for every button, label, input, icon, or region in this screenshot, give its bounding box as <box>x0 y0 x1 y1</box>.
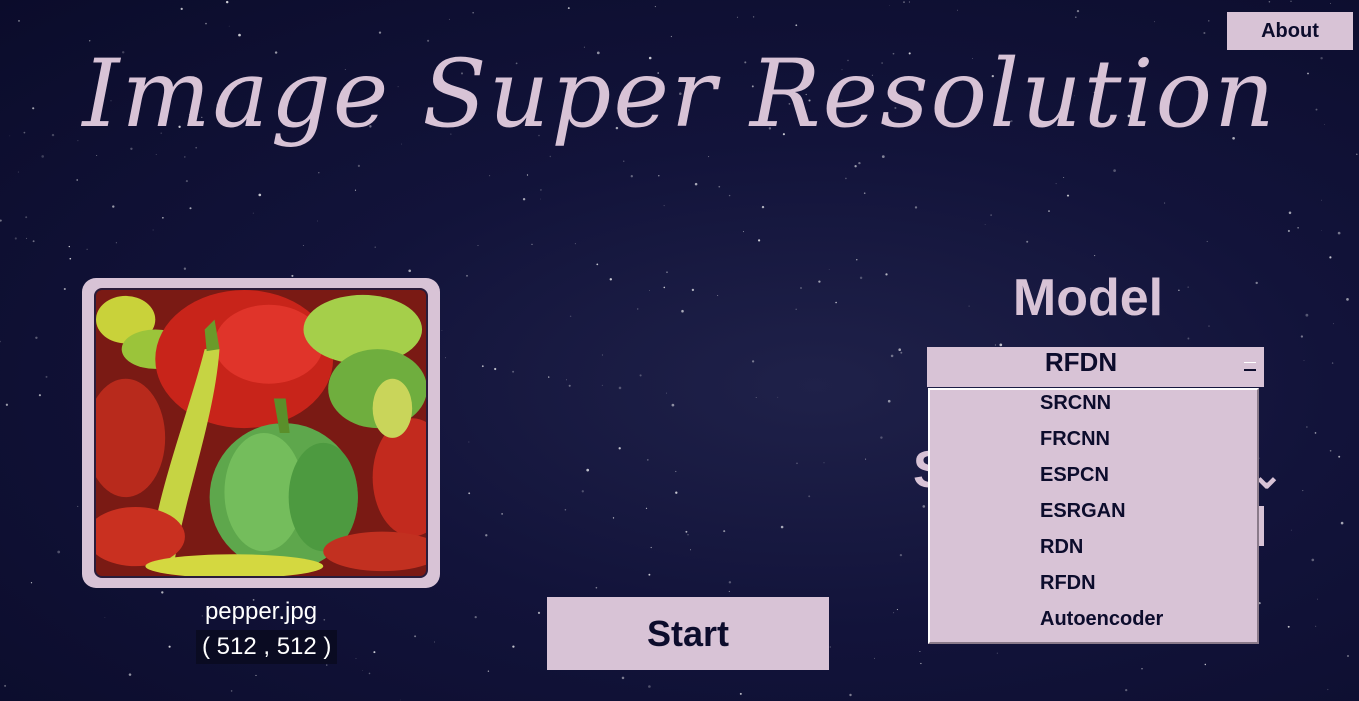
model-option-frcnn[interactable]: FRCNN <box>930 428 1257 464</box>
app-title: Image Super Resolution <box>82 40 1277 149</box>
model-option-srcnn[interactable]: SRCNN <box>930 392 1257 428</box>
dropdown-arrow-icon[interactable] <box>1244 362 1256 371</box>
model-option-espcn[interactable]: ESPCN <box>930 464 1257 500</box>
model-select-value: RFDN <box>1044 347 1118 377</box>
model-dropdown-list[interactable]: SRCNN FRCNN ESPCN ESRGAN RDN RFDN Autoen… <box>928 388 1259 644</box>
model-option-esrgan[interactable]: ESRGAN <box>930 500 1257 536</box>
pepper-image <box>96 290 426 576</box>
model-option-rdn[interactable]: RDN <box>930 536 1257 572</box>
image-preview-frame[interactable] <box>82 278 440 588</box>
image-dimensions: ( 512 , 512 ) <box>196 630 338 664</box>
model-select[interactable]: RFDN <box>927 347 1264 387</box>
image-filename: pepper.jpg <box>204 598 318 625</box>
model-heading: Model <box>1012 269 1164 327</box>
about-button[interactable]: About <box>1227 12 1353 50</box>
model-option-rfdn[interactable]: RFDN <box>930 572 1257 608</box>
image-preview <box>94 288 428 578</box>
start-button[interactable]: Start <box>547 597 829 670</box>
model-option-autoencoder[interactable]: Autoencoder <box>930 608 1257 642</box>
